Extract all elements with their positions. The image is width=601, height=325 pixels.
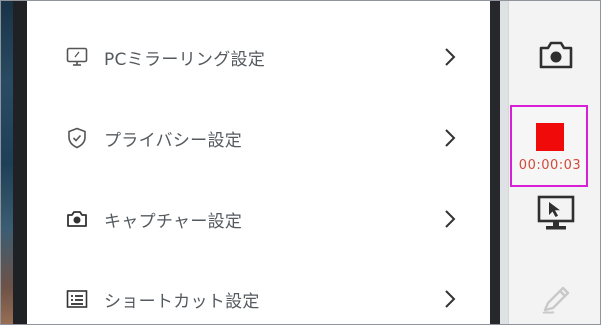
app-window: PCミラーリング設定 プライバシー設定 キャプチャー設定 ショートカット設定 0… bbox=[0, 0, 601, 325]
keyboard-list-icon bbox=[65, 287, 89, 311]
monitor-pointer-icon bbox=[536, 194, 576, 238]
settings-item-capture[interactable]: キャプチャー設定 bbox=[27, 189, 490, 249]
chevron-right-icon bbox=[443, 47, 457, 67]
chevron-right-icon bbox=[443, 128, 457, 148]
chevron-right-icon bbox=[443, 289, 457, 309]
monitor-icon bbox=[65, 45, 89, 69]
camera-icon bbox=[65, 207, 89, 231]
draw-button[interactable] bbox=[509, 281, 600, 321]
side-toolbar: 00:00:03 bbox=[508, 1, 600, 324]
phone-bezel-left bbox=[13, 1, 28, 324]
settings-item-label: プライバシー設定 bbox=[104, 130, 243, 151]
settings-item-label: PCミラーリング設定 bbox=[104, 49, 266, 70]
divider bbox=[500, 1, 508, 324]
settings-item-shortcut[interactable]: ショートカット設定 bbox=[27, 269, 490, 324]
settings-item-label: ショートカット設定 bbox=[104, 291, 260, 312]
stop-icon[interactable] bbox=[536, 123, 564, 151]
settings-item-privacy[interactable]: プライバシー設定 bbox=[27, 108, 490, 168]
screenshot-button[interactable] bbox=[509, 37, 600, 77]
pen-icon bbox=[538, 281, 574, 321]
camera-icon bbox=[538, 39, 574, 75]
chevron-right-icon bbox=[443, 209, 457, 229]
recording-timer: 00:00:03 bbox=[518, 158, 582, 173]
settings-item-label: キャプチャー設定 bbox=[104, 211, 243, 232]
settings-item-pc-mirroring[interactable]: PCミラーリング設定 bbox=[27, 27, 490, 87]
phone-bezel-right bbox=[490, 1, 500, 324]
recording-control[interactable]: 00:00:03 bbox=[510, 105, 588, 187]
mirror-pointer-button[interactable] bbox=[509, 194, 600, 238]
shield-check-icon bbox=[65, 126, 89, 150]
